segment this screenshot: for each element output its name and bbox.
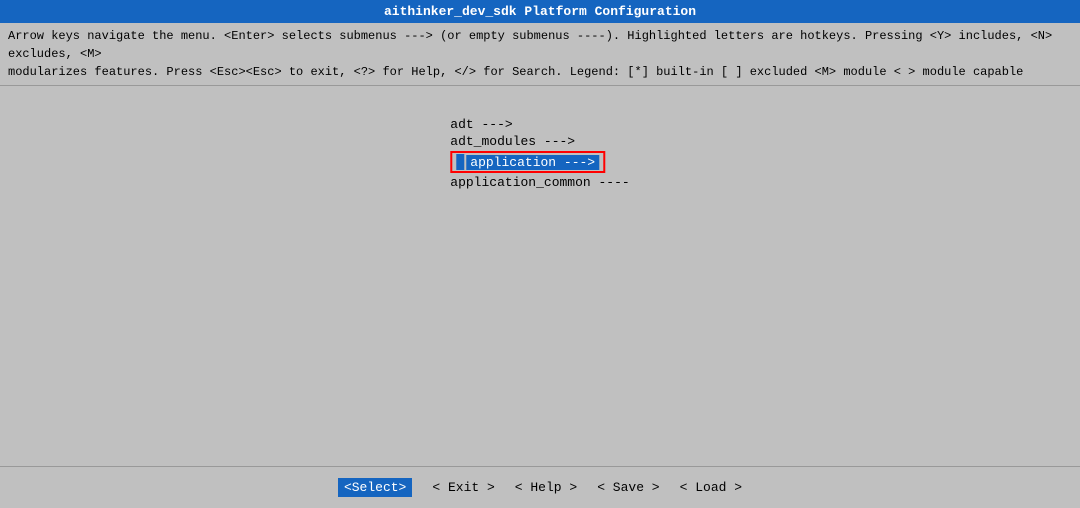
selected-label: application --->: [466, 155, 599, 170]
blue-indicator: [456, 154, 464, 170]
help-line-2: modularizes features. Press <Esc><Esc> t…: [8, 63, 1072, 81]
exit-button[interactable]: < Exit >: [432, 480, 494, 495]
title-text: aithinker_dev_sdk Platform Configuration: [384, 4, 696, 19]
select-button[interactable]: <Select>: [338, 478, 412, 497]
menu-item-application-common[interactable]: application_common ----: [446, 174, 633, 191]
main-area: adt ---> adt_modules ---> application --…: [0, 86, 1080, 466]
bottom-bar: <Select> < Exit > < Help > < Save > < Lo…: [0, 466, 1080, 508]
menu-container: adt ---> adt_modules ---> application --…: [446, 116, 633, 191]
menu-item-adt[interactable]: adt --->: [446, 116, 516, 133]
title-bar: aithinker_dev_sdk Platform Configuration: [0, 0, 1080, 23]
help-line-1: Arrow keys navigate the menu. <Enter> se…: [8, 27, 1072, 63]
menu-item-adt-modules[interactable]: adt_modules --->: [446, 133, 579, 150]
menu-item-application[interactable]: application --->: [446, 150, 609, 174]
help-text: Arrow keys navigate the menu. <Enter> se…: [0, 23, 1080, 86]
save-button[interactable]: < Save >: [597, 480, 659, 495]
help-button[interactable]: < Help >: [515, 480, 577, 495]
selected-box: application --->: [450, 151, 605, 173]
load-button[interactable]: < Load >: [680, 480, 742, 495]
